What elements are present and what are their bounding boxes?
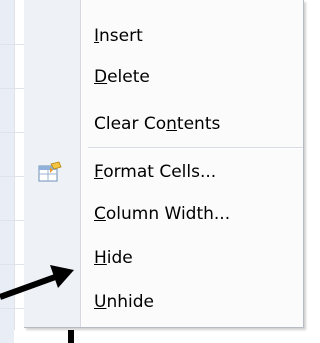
arrow-right-icon <box>0 265 74 300</box>
menu-item-format-cells[interactable]: Format Cells... <box>24 154 303 190</box>
menu-item-label: Clear Contents <box>94 114 221 134</box>
menu-item-delete[interactable]: Delete <box>24 59 303 95</box>
menu-item-insert[interactable]: Insert <box>24 18 303 54</box>
menu-item-label: Insert <box>94 26 143 46</box>
cell-area[interactable] <box>14 330 303 343</box>
menu-item-label: Delete <box>94 67 150 87</box>
menu-item-label: Unhide <box>94 292 154 312</box>
menu-item-label: Hide <box>94 248 133 268</box>
menu-item-column-width[interactable]: Column Width... <box>24 196 303 232</box>
column-border <box>68 330 74 343</box>
menu-separator-highlight <box>88 148 303 149</box>
menu-item-label: Format Cells... <box>94 162 217 182</box>
menu-item-clear-contents[interactable]: Clear Contents <box>24 106 303 142</box>
menu-item-label: Column Width... <box>94 204 231 224</box>
format-cells-icon <box>38 161 62 183</box>
